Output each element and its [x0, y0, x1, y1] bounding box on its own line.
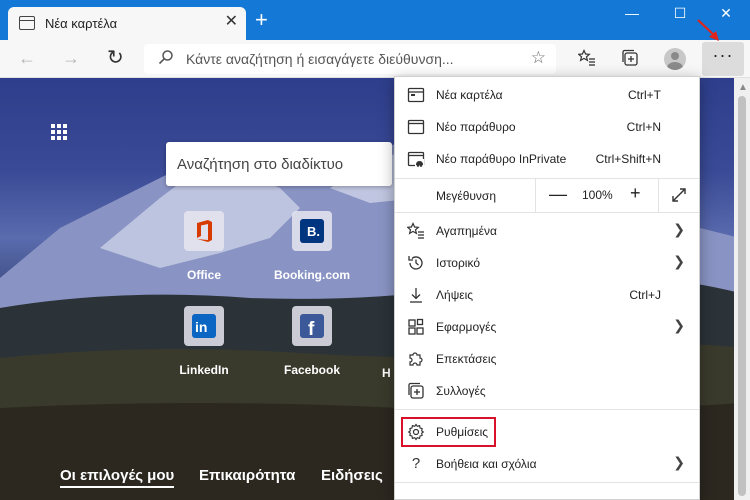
- svg-text:B.: B.: [307, 224, 320, 239]
- feed-tab-top-stories[interactable]: Επικαιρότητα: [199, 467, 295, 484]
- feed-tab-my-picks[interactable]: Οι επιλογές μου: [60, 467, 175, 488]
- zoom-out-button[interactable]: —: [549, 184, 567, 205]
- back-arrow-icon[interactable]: ←: [18, 48, 36, 68]
- tile-label: Facebook: [283, 363, 340, 377]
- apps-launcher-icon[interactable]: [51, 124, 67, 140]
- extensions-puzzle-icon: [407, 350, 425, 368]
- forward-arrow-icon[interactable]: →: [62, 48, 80, 68]
- add-favorite-star-icon[interactable]: ☆: [531, 48, 546, 68]
- tile-label: Booking.com: [273, 268, 350, 282]
- scrollbar-thumb[interactable]: [738, 96, 746, 496]
- menu-item-label: Νέα καρτέλα: [436, 88, 503, 102]
- profile-avatar[interactable]: [664, 48, 686, 70]
- menu-divider: [395, 409, 699, 410]
- top-site-linkedin[interactable]: in LinkedIn: [159, 306, 249, 377]
- menu-item-apps[interactable]: Εφαρμογές ❯: [395, 311, 699, 343]
- menu-item-new-tab[interactable]: Νέα καρτέλα Ctrl+T: [395, 79, 699, 111]
- browser-tab[interactable]: Νέα καρτέλα ✕: [8, 7, 246, 40]
- chevron-right-icon: ❯: [673, 454, 685, 470]
- zoom-controls: — 100% +: [535, 178, 659, 212]
- settings-and-more-menu: Νέα καρτέλα Ctrl+T Νέο παράθυρο Ctrl+N Ν…: [394, 76, 700, 500]
- new-tab-button[interactable]: +: [255, 9, 268, 31]
- chevron-right-icon: ❯: [673, 317, 685, 333]
- web-search-box[interactable]: [166, 142, 392, 186]
- menu-divider: [395, 212, 699, 213]
- download-icon: [407, 286, 425, 304]
- menu-item-new-window[interactable]: Νέο παράθυρο Ctrl+N: [395, 111, 699, 143]
- fullscreen-icon[interactable]: [671, 187, 687, 208]
- svg-text:in: in: [195, 319, 207, 335]
- apps-icon: [407, 318, 425, 336]
- booking-icon: B.: [292, 211, 332, 251]
- scroll-up-arrow-icon[interactable]: ▲: [738, 82, 748, 93]
- menu-item-label: Νέο παράθυρο: [436, 120, 516, 134]
- menu-item-label: Νέο παράθυρο InPrivate: [436, 152, 567, 166]
- menu-item-shortcut: Ctrl+T: [628, 88, 661, 102]
- top-site-facebook[interactable]: f Facebook: [267, 306, 357, 377]
- menu-item-label: Ιστορικό: [436, 256, 481, 270]
- address-bar[interactable]: ☆: [144, 44, 556, 74]
- menu-item-collections[interactable]: Συλλογές: [395, 375, 699, 407]
- web-search-input[interactable]: [177, 153, 387, 175]
- history-icon: [407, 254, 425, 272]
- favorites-icon[interactable]: [577, 49, 596, 72]
- linkedin-icon: in: [184, 306, 224, 346]
- settings-and-more-button[interactable]: ···: [702, 42, 744, 76]
- menu-item-favorites[interactable]: Αγαπημένα ❯: [395, 215, 699, 247]
- menu-item-label: Επεκτάσεις: [436, 352, 497, 366]
- chevron-right-icon: ❯: [673, 253, 685, 269]
- menu-item-shortcut: Ctrl+J: [629, 288, 661, 302]
- top-site-booking[interactable]: B. Booking.com: [267, 211, 357, 282]
- close-tab-icon[interactable]: ✕: [225, 13, 238, 31]
- menu-item-new-inprivate[interactable]: Νέο παράθυρο InPrivate Ctrl+Shift+N: [395, 143, 699, 175]
- tile-label: LinkedIn: [179, 363, 229, 377]
- collections-icon: [407, 382, 425, 400]
- new-tab-icon: [407, 86, 425, 104]
- menu-item-label: Συλλογές: [436, 384, 486, 398]
- zoom-in-button[interactable]: +: [630, 183, 641, 204]
- address-input[interactable]: [186, 49, 516, 69]
- zoom-label: Μεγέθυνση: [436, 189, 497, 203]
- menu-divider: [395, 482, 699, 483]
- page-scrollbar[interactable]: ▲: [734, 78, 750, 500]
- menu-item-shortcut: Ctrl+Shift+N: [595, 152, 661, 166]
- new-window-icon: [407, 118, 425, 136]
- menu-item-history[interactable]: Ιστορικό ❯: [395, 247, 699, 279]
- toolbar: ← → ↻ ☆ ···: [0, 40, 750, 78]
- menu-item-help-feedback[interactable]: ? Βοήθεια και σχόλια ❯: [395, 448, 699, 480]
- chevron-right-icon: ❯: [673, 221, 685, 237]
- menu-item-shortcut: Ctrl+N: [626, 120, 661, 134]
- facebook-icon: f: [292, 306, 332, 346]
- menu-item-extensions[interactable]: Επεκτάσεις: [395, 343, 699, 375]
- title-bar: Νέα καρτέλα ✕ + — ☐ ✕: [0, 0, 750, 40]
- minimize-button[interactable]: —: [609, 2, 655, 26]
- red-pointer-arrow: [697, 19, 719, 41]
- help-question-icon: ?: [411, 455, 421, 472]
- menu-item-label: Λήψεις: [436, 288, 474, 302]
- inprivate-window-icon: [407, 150, 425, 168]
- zoom-level: 100%: [582, 188, 613, 202]
- settings-highlight-box: [401, 417, 496, 447]
- collections-icon[interactable]: [621, 49, 639, 72]
- menu-item-downloads[interactable]: Λήψεις Ctrl+J: [395, 279, 699, 311]
- menu-item-label: Εφαρμογές: [436, 320, 497, 334]
- partial-tile-label: H: [382, 366, 391, 380]
- refresh-icon[interactable]: ↻: [107, 48, 124, 68]
- favorites-icon: [406, 222, 425, 240]
- search-icon: [158, 49, 174, 69]
- svg-text:f: f: [308, 319, 315, 339]
- office-icon: [184, 211, 224, 251]
- top-site-office[interactable]: Office: [159, 211, 249, 282]
- tab-page-icon: [19, 16, 35, 30]
- menu-item-label: Βοήθεια και σχόλια: [436, 457, 537, 471]
- menu-item-label: Αγαπημένα: [436, 224, 497, 238]
- feed-tab-news[interactable]: Ειδήσεις: [321, 467, 383, 484]
- tile-label: Office: [186, 268, 221, 282]
- menu-zoom-row: Μεγέθυνση — 100% +: [395, 178, 699, 212]
- tab-title: Νέα καρτέλα: [45, 16, 118, 31]
